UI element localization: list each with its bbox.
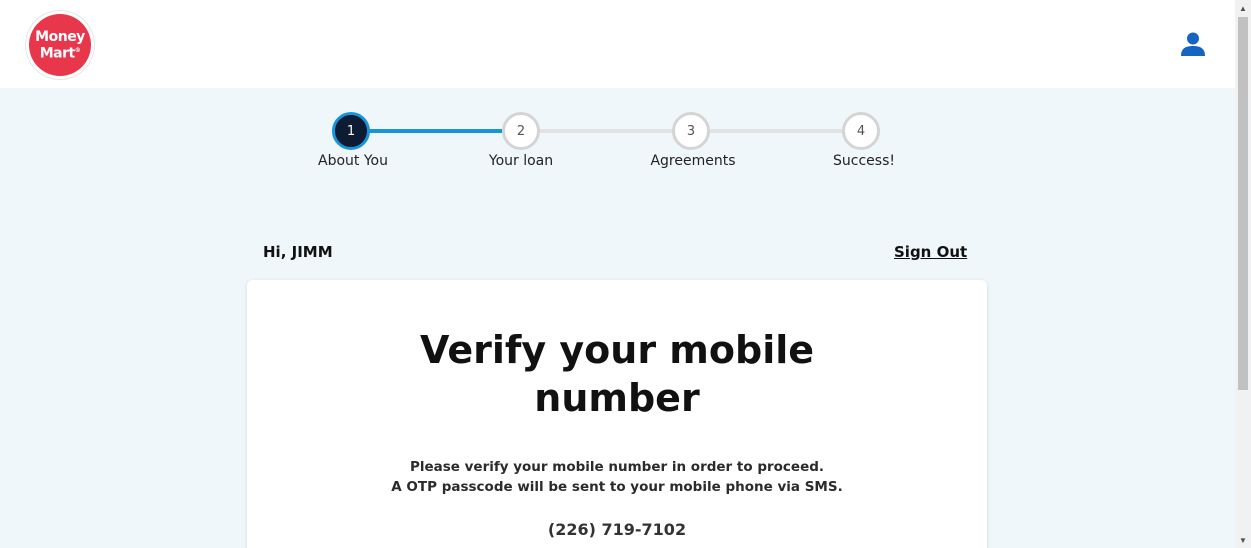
title-line-1: Verify your mobile: [419, 328, 815, 372]
title-line-2: number: [534, 376, 700, 420]
scroll-down-arrow-icon[interactable]: ▼: [1235, 532, 1251, 548]
step-4-label: Success!: [833, 153, 895, 169]
step-connector-1: [369, 129, 502, 133]
step-3-label: Agreements: [650, 153, 736, 169]
page-title: Verify your mobile number: [247, 326, 987, 422]
desc-line-1: Please verify your mobile number in orde…: [409, 459, 825, 475]
scroll-up-arrow-icon[interactable]: ▲: [1235, 0, 1251, 16]
page-scrollbar[interactable]: ▲ ▼: [1235, 0, 1251, 548]
desc-line-2: A OTP passcode will be sent to your mobi…: [391, 479, 843, 495]
sign-out-link[interactable]: Sign Out: [894, 243, 967, 261]
user-greeting: Hi, JIMM: [263, 243, 333, 261]
step-2-circle: 2: [502, 112, 540, 150]
scrollbar-thumb[interactable]: [1238, 17, 1248, 390]
step-1-circle: 1: [332, 112, 370, 150]
verify-card: Verify your mobile number Please verify …: [247, 280, 987, 548]
verify-description: Please verify your mobile number in orde…: [247, 457, 987, 497]
step-connector-3: [709, 129, 842, 133]
step-connector-2: [539, 129, 672, 133]
step-4-circle: 4: [842, 112, 880, 150]
step-1-label: About You: [318, 153, 388, 169]
step-2-label: Your loan: [488, 153, 554, 169]
progress-stepper: 1 2 3 4 About You Your loan Agreements S…: [0, 0, 1235, 200]
step-3-circle: 3: [672, 112, 710, 150]
phone-number: (226) 719-7102: [547, 520, 687, 539]
